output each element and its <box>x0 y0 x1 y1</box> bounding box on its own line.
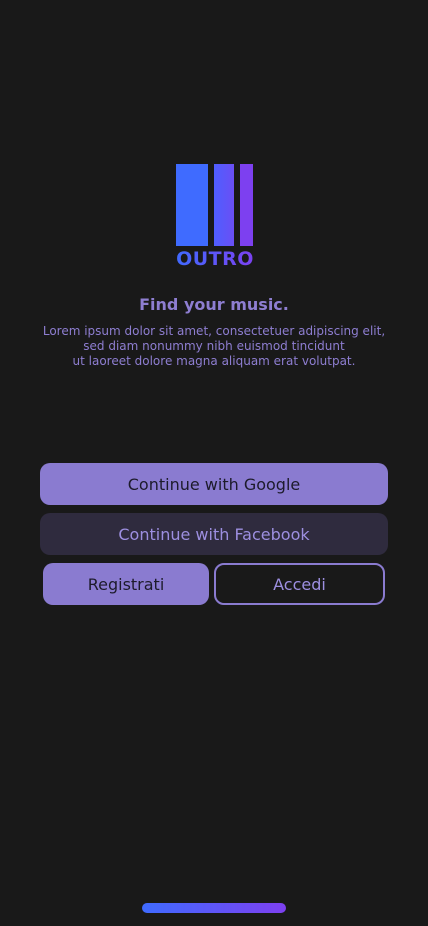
logo-bar-2 <box>214 164 234 246</box>
description-line: Lorem ipsum dolor sit amet, consectetuer… <box>42 324 386 338</box>
facebook-button-label: Continue with Facebook <box>118 524 310 544</box>
logo-bar-3 <box>240 164 253 246</box>
login-button[interactable]: Accedi <box>214 563 385 605</box>
continue-with-google-button[interactable]: Continue with Google <box>40 463 388 505</box>
register-button-label: Registrati <box>87 574 165 594</box>
description: Lorem ipsum dolor sit amet, consectetuer… <box>20 324 408 369</box>
logo-wordmark: OUTRO <box>174 248 256 270</box>
continue-with-facebook-button[interactable]: Continue with Facebook <box>40 513 388 555</box>
google-button-label: Continue with Google <box>127 474 301 494</box>
logo-bars-icon <box>176 164 254 246</box>
logo-bar-1 <box>176 164 208 246</box>
description-line: sed diam nonummy nibh euismod tincidunt <box>83 339 345 353</box>
register-button[interactable]: Registrati <box>43 563 209 605</box>
tagline: Find your music. <box>139 295 289 314</box>
description-line: ut laoreet dolore magna aliquam erat vol… <box>72 354 356 368</box>
home-indicator[interactable] <box>142 903 286 913</box>
outro-logo: OUTRO <box>176 164 254 270</box>
login-button-label: Accedi <box>273 574 326 594</box>
